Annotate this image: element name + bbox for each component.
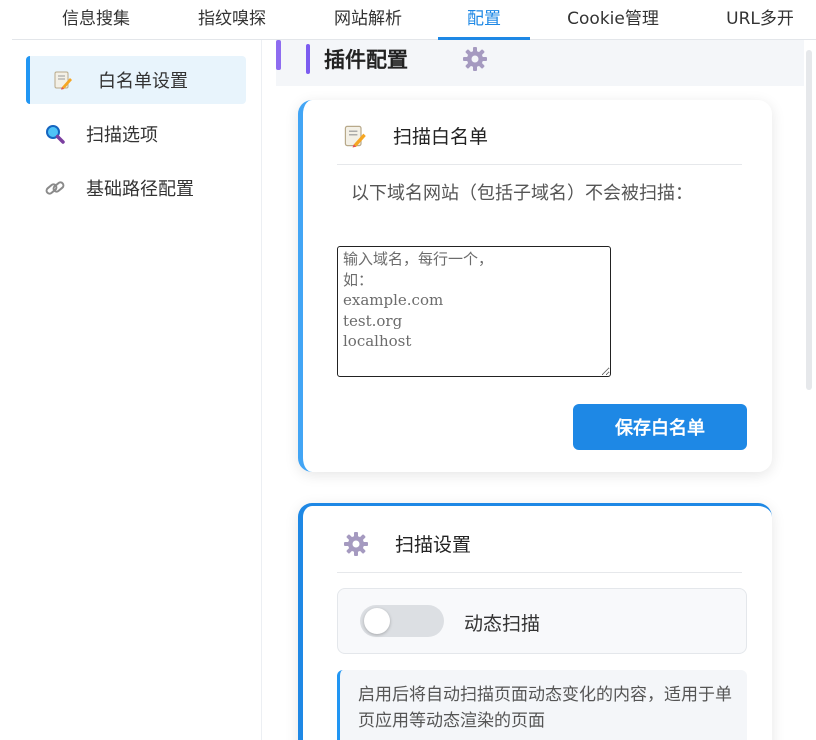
page-header: 插件配置 [276, 40, 804, 86]
sidebar: 白名单设置 扫描选项 基础路径配置 [0, 40, 262, 740]
sidebar-item-label: 白名单设置 [98, 71, 188, 92]
dynamic-scan-info: 启用后将自动扫描页面动态变化的内容，适用于单页应用等动态渲染的页面 [337, 670, 747, 740]
sidebar-item-label: 基础路径配置 [86, 179, 194, 200]
save-whitelist-button[interactable]: 保存白名单 [573, 404, 747, 450]
card-title: 扫描白名单 [343, 122, 488, 149]
toggle-knob [364, 608, 390, 634]
dynamic-scan-row: 动态扫描 [337, 588, 747, 654]
gear-icon [462, 46, 488, 76]
link-icon [44, 177, 66, 199]
scrollbar[interactable] [806, 50, 812, 390]
dynamic-scan-toggle[interactable] [360, 605, 444, 637]
memo-pencil-icon [52, 69, 74, 91]
tab-site-parse[interactable]: 网站解析 [320, 0, 416, 40]
sidebar-item-scan-options[interactable]: 扫描选项 [26, 110, 246, 158]
gear-icon [343, 531, 369, 557]
tab-fingerprint[interactable]: 指纹嗅探 [184, 0, 280, 40]
tab-info-gathering[interactable]: 信息搜集 [48, 0, 144, 40]
card-title: 扫描设置 [343, 530, 471, 557]
tab-cookie-manager[interactable]: Cookie管理 [550, 0, 676, 40]
whitelist-description: 以下域名网站（包括子域名）不会被扫描： [351, 183, 693, 204]
magnifier-icon [44, 123, 66, 145]
whitelist-textarea[interactable] [337, 246, 611, 377]
tab-config[interactable]: 配置 [438, 0, 530, 40]
header-accent-bar [276, 40, 281, 70]
card-title-text: 扫描白名单 [393, 126, 489, 148]
dynamic-scan-label: 动态扫描 [464, 613, 541, 635]
scan-settings-card: 扫描设置 动态扫描 启用后将自动扫描页面动态变化的内容，适用于单页应用等动态渲染… [298, 503, 772, 740]
tab-url-multi-open[interactable]: URL多开 [706, 0, 814, 40]
sidebar-item-base-path[interactable]: 基础路径配置 [26, 164, 246, 212]
card-title-text: 扫描设置 [395, 534, 472, 556]
header-accent-bar [306, 44, 310, 74]
whitelist-card: 扫描白名单 以下域名网站（包括子域名）不会被扫描： 保存白名单 [298, 100, 772, 472]
sidebar-item-label: 扫描选项 [86, 125, 158, 146]
memo-pencil-icon [343, 124, 367, 148]
top-nav: 信息搜集 指纹嗅探 网站解析 配置 Cookie管理 URL多开 [12, 0, 816, 40]
divider [337, 572, 742, 573]
sidebar-item-whitelist[interactable]: 白名单设置 [26, 56, 246, 104]
page-title: 插件配置 [324, 48, 408, 72]
divider [337, 164, 742, 165]
